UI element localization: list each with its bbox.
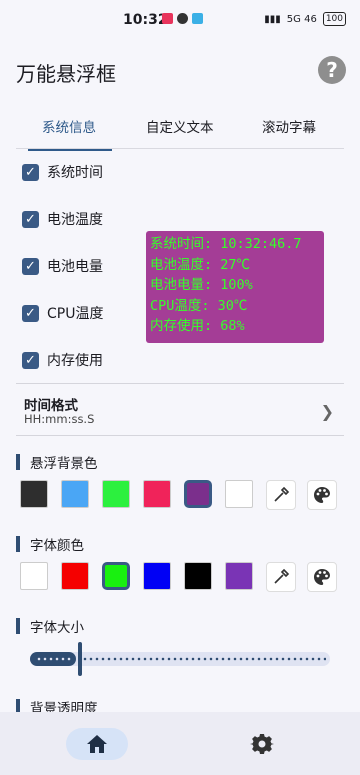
section-marker <box>16 454 20 470</box>
slider-handle[interactable] <box>78 642 82 676</box>
nav-settings[interactable] <box>248 730 276 758</box>
color-swatch[interactable] <box>20 480 48 508</box>
app-title: 万能悬浮框 <box>16 62 116 86</box>
section-label: 悬浮背景色 <box>30 456 98 472</box>
checkbox-system-time[interactable]: ✓ 系统时间 <box>22 162 103 182</box>
slider-ticks <box>36 657 72 661</box>
checkbox-battery-temp[interactable]: ✓ 电池温度 <box>22 209 103 229</box>
color-swatch[interactable] <box>20 562 48 590</box>
tab-scrolling-marquee[interactable]: 滚动字幕 <box>262 116 316 136</box>
overlay-line: 电池电量: 100% <box>150 277 253 293</box>
battery-icon: 100 <box>322 12 346 26</box>
color-swatch[interactable] <box>225 562 253 590</box>
color-swatch[interactable] <box>61 480 89 508</box>
chevron-right-icon: ❯ <box>320 402 334 421</box>
checkbox-label: CPU温度 <box>47 306 104 322</box>
bg-color-section-title: 悬浮背景色 <box>16 452 98 472</box>
tab-custom-text[interactable]: 自定义文本 <box>146 116 214 136</box>
slider-ticks <box>82 657 326 661</box>
floating-window-preview[interactable]: 系统时间: 10:32:46.7 电池温度: 27℃ 电池电量: 100% CP… <box>146 231 324 343</box>
checkbox-cpu-temp[interactable]: ✓ CPU温度 <box>22 303 103 323</box>
section-label: 字体大小 <box>30 620 84 636</box>
section-marker <box>16 536 20 552</box>
section-label: 字体颜色 <box>30 538 84 554</box>
overlay-line: 电池温度: 27℃ <box>150 256 251 273</box>
nav-home[interactable] <box>66 728 128 760</box>
font-size-section-title: 字体大小 <box>16 616 84 636</box>
palette-icon[interactable] <box>307 480 337 510</box>
tab-divider <box>16 148 344 149</box>
color-swatch[interactable] <box>143 480 171 508</box>
help-icon[interactable]: ? <box>318 56 346 84</box>
app-notification-icon <box>177 13 188 24</box>
app-notification-icon <box>162 13 173 24</box>
check-icon[interactable]: ✓ <box>22 257 39 275</box>
checkbox-label: 电池电量 <box>47 259 103 275</box>
color-swatch[interactable] <box>225 480 253 508</box>
checkbox-label: 内存使用 <box>47 353 103 369</box>
time-format-value: HH:mm:ss.S <box>24 412 95 426</box>
overlay-line: 内存使用: 68% <box>150 318 245 334</box>
tab-system-info[interactable]: 系统信息 <box>42 116 96 136</box>
color-swatch[interactable] <box>102 480 130 508</box>
status-bar: 10:32 ▮▮▮ 5G 46 100 <box>0 0 360 40</box>
eyedropper-icon[interactable] <box>266 562 296 592</box>
time-format-title: 时间格式 <box>24 398 78 414</box>
color-swatch-selected[interactable] <box>102 562 130 590</box>
checkbox-battery-level[interactable]: ✓ 电池电量 <box>22 256 103 276</box>
checkbox-label: 电池温度 <box>47 212 103 228</box>
app-notification-icon <box>192 13 203 24</box>
status-time: 10:32 <box>123 12 168 28</box>
tab-bar: 系统信息 自定义文本 滚动字幕 <box>0 104 360 151</box>
font-size-slider[interactable] <box>30 642 330 676</box>
font-color-swatches <box>20 562 348 592</box>
divider <box>16 435 344 436</box>
checkbox-memory-usage[interactable]: ✓ 内存使用 <box>22 350 103 370</box>
divider <box>16 383 344 384</box>
overlay-line: 系统时间: 10:32:46.7 <box>150 236 302 252</box>
check-icon[interactable]: ✓ <box>22 210 39 228</box>
overlay-line: CPU温度: 30℃ <box>150 297 248 314</box>
eyedropper-icon[interactable] <box>266 480 296 510</box>
color-swatch[interactable] <box>61 562 89 590</box>
section-marker <box>16 618 20 634</box>
gear-icon <box>250 734 274 754</box>
check-icon[interactable]: ✓ <box>22 163 39 181</box>
signal-icon: ▮▮▮ <box>264 13 281 25</box>
status-right: ▮▮▮ 5G 46 100 <box>264 12 346 26</box>
bg-color-swatches <box>20 480 348 510</box>
check-icon[interactable]: ✓ <box>22 351 39 369</box>
color-swatch[interactable] <box>184 562 212 590</box>
home-icon <box>87 735 107 753</box>
bottom-navigation <box>0 712 360 775</box>
notification-icons <box>162 13 203 24</box>
checkbox-label: 系统时间 <box>47 165 103 181</box>
palette-icon[interactable] <box>307 562 337 592</box>
app-bar: 万能悬浮框 ? <box>0 48 360 92</box>
color-swatch-selected[interactable] <box>184 480 212 508</box>
font-color-section-title: 字体颜色 <box>16 534 84 554</box>
check-icon[interactable]: ✓ <box>22 304 39 322</box>
color-swatch[interactable] <box>143 562 171 590</box>
network-label: 5G 46 <box>286 13 317 25</box>
